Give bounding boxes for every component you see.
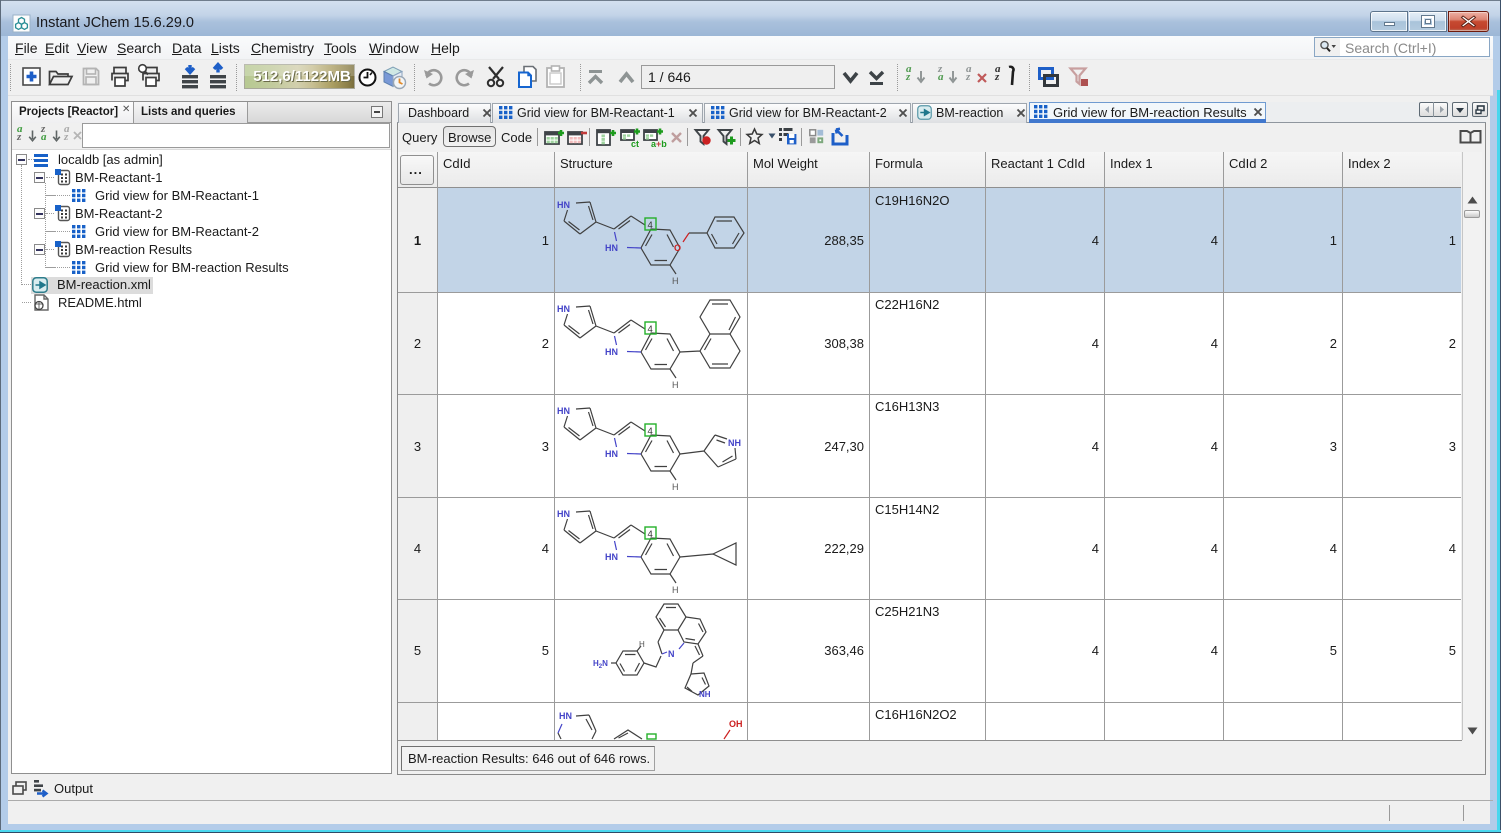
svg-text:NH: NH — [728, 438, 741, 448]
svg-text:OH: OH — [729, 719, 743, 729]
svg-text:HN: HN — [559, 711, 572, 721]
svg-text:H: H — [639, 640, 645, 649]
svg-text:NH: NH — [699, 690, 711, 699]
svg-text:H2N: H2N — [593, 659, 608, 670]
svg-text:a+b: a+b — [651, 139, 667, 149]
svg-text:N: N — [668, 649, 675, 659]
svg-text:ct: ct — [631, 139, 639, 149]
svg-text:O: O — [674, 243, 681, 253]
